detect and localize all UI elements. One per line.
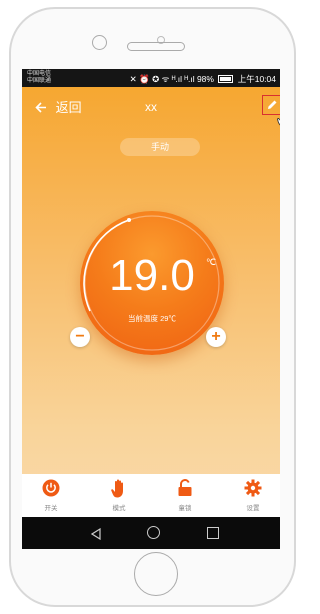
carrier-line-1: 中国电信 (27, 71, 52, 77)
page-title: xx (145, 100, 157, 114)
battery-icon (218, 74, 234, 83)
increase-temp-button[interactable]: + (206, 327, 226, 347)
temperature-unit: ℃ (206, 257, 217, 267)
nav-home-circle-icon[interactable] (147, 526, 160, 539)
hand-icon (94, 478, 144, 498)
status-icons-text: ✕ ⏰ ✪ ᯤ ᴴ.ıl ᴴ.ıl 98% (129, 74, 214, 84)
minus-icon: − (75, 328, 85, 345)
nav-recent-square-icon[interactable] (207, 527, 219, 539)
carrier-line-2: 中国联通 (27, 78, 52, 84)
carrier-info: 中国电信 中国联通 (27, 71, 51, 85)
hand-cursor-icon (277, 109, 280, 132)
tab-label: 模式 (112, 505, 126, 512)
unlock-icon (160, 478, 210, 498)
mode-pill[interactable]: 手动 (120, 138, 200, 156)
app-screen: 中国电信 中国联通 ✕ ⏰ ✪ ᯤ ᴴ.ıl ᴴ.ıl 98% 上午10:04 … (22, 69, 280, 549)
status-icons: ✕ ⏰ ✪ ᯤ ᴴ.ıl ᴴ.ıl 98% 上午10:04 (130, 73, 276, 85)
temperature-dial[interactable]: 19.0 ℃ 当前温度 29℃ (80, 211, 224, 355)
current-temperature: 当前温度 29℃ (128, 314, 176, 323)
tab-settings[interactable]: 设置 (228, 478, 278, 512)
plus-icon: + (211, 328, 221, 345)
android-nav-bar (22, 517, 280, 549)
status-time: 上午10:04 (237, 74, 276, 84)
tab-child-lock[interactable]: 童锁 (160, 478, 210, 512)
tab-label: 开关 (44, 505, 58, 512)
front-camera (92, 35, 107, 50)
gear-icon (228, 478, 278, 498)
earpiece-speaker (127, 42, 185, 51)
tab-label: 童锁 (178, 505, 192, 512)
bottom-tab-bar: 开关 模式 童锁 设置 (22, 474, 280, 517)
power-icon (26, 478, 76, 498)
decrease-temp-button[interactable]: − (70, 327, 90, 347)
nav-back-triangle-icon[interactable] (90, 527, 101, 545)
tab-power[interactable]: 开关 (26, 478, 76, 512)
tab-label: 设置 (246, 505, 260, 512)
tab-mode[interactable]: 模式 (94, 478, 144, 512)
physical-home-button[interactable] (134, 552, 178, 596)
set-temperature: 19.0 (109, 251, 195, 300)
app-header: 返回 xx (22, 87, 280, 125)
status-bar: 中国电信 中国联通 ✕ ⏰ ✪ ᯤ ᴴ.ıl ᴴ.ıl 98% 上午10:04 (22, 69, 280, 87)
